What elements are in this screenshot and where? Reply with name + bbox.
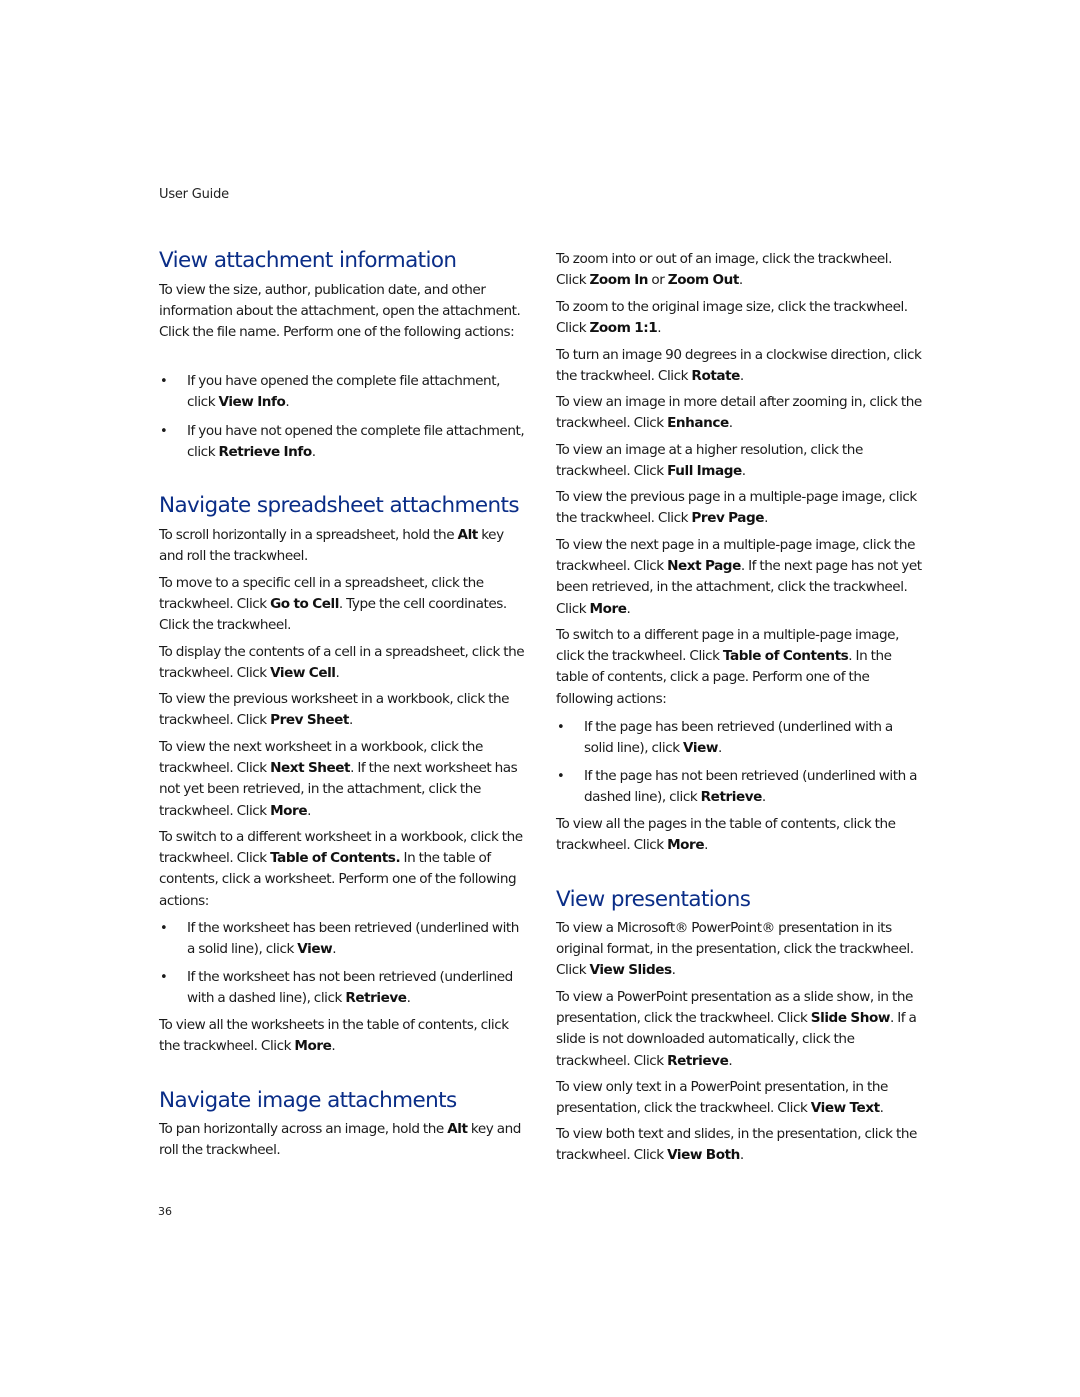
- bullet-icon: •: [160, 970, 168, 985]
- command-label: Retrieve: [667, 1052, 729, 1069]
- command-label: View Cell: [270, 665, 336, 682]
- bullet-item: • If you have opened the complete file a…: [160, 373, 500, 411]
- command-label: View Info: [218, 394, 286, 411]
- paragraph: To view a Microsoft® PowerPoint® present…: [556, 920, 914, 979]
- section-heading-view-attachment-info: View attachment information: [159, 248, 457, 273]
- paragraph: To view the next worksheet in a workbook…: [159, 739, 518, 819]
- paragraph: To display the contents of a cell in a s…: [159, 644, 525, 682]
- command-label: More: [589, 600, 627, 617]
- command-label: Table of Contents.: [270, 850, 401, 867]
- paragraph: To view both text and slides, in the pre…: [556, 1126, 917, 1164]
- command-label: View Slides: [589, 962, 673, 979]
- paragraph: To view all the pages in the table of co…: [556, 816, 896, 854]
- section-heading-navigate-spreadsheet: Navigate spreadsheet attachments: [159, 493, 520, 518]
- key-label: Alt: [457, 527, 479, 543]
- command-label: View Text: [810, 1100, 880, 1117]
- section-heading-view-presentations: View presentations: [556, 887, 751, 912]
- command-label: Retrieve: [700, 789, 763, 806]
- command-label: Table of Contents: [722, 648, 849, 665]
- command-label: View Both: [667, 1147, 740, 1164]
- paragraph: To view all the worksheets in the table …: [159, 1017, 509, 1055]
- command-label: More: [667, 837, 705, 854]
- bullet-icon: •: [557, 720, 565, 735]
- paragraph: To scroll horizontally in a spreadsheet,…: [159, 527, 504, 565]
- command-label: Next Page: [667, 558, 741, 575]
- paragraph: To move to a specific cell in a spreadsh…: [159, 575, 507, 634]
- paragraph: To switch to a different page in a multi…: [556, 627, 899, 707]
- paragraph: To view the previous page in a multiple-…: [556, 489, 917, 527]
- command-label: Full Image: [667, 463, 742, 480]
- bullet-item: • If the worksheet has been retrieved (u…: [160, 920, 519, 958]
- paragraph: To zoom to the original image size, clic…: [556, 299, 908, 337]
- bullet-item: • If the worksheet has not been retrieve…: [160, 969, 513, 1007]
- command-label: More: [270, 802, 308, 819]
- paragraph: To view a PowerPoint presentation as a s…: [556, 989, 917, 1069]
- command-label: Enhance: [667, 415, 729, 432]
- section-heading-navigate-image: Navigate image attachments: [159, 1088, 457, 1113]
- bullet-item: • If the page has not been retrieved (un…: [557, 768, 918, 806]
- paragraph: To view the next page in a multiple-page…: [556, 537, 922, 617]
- bullet-icon: •: [160, 424, 168, 439]
- command-label: More: [294, 1038, 332, 1055]
- paragraph: To zoom into or out of an image, click t…: [556, 251, 892, 289]
- command-label: View: [683, 740, 718, 757]
- paragraph: To view only text in a PowerPoint presen…: [556, 1079, 888, 1117]
- command-label: Go to Cell: [270, 596, 339, 613]
- command-label: Prev Sheet: [270, 712, 349, 729]
- bullet-item: • If the page has been retrieved (underl…: [557, 719, 893, 757]
- bullet-icon: •: [160, 921, 168, 936]
- paragraph: To view the size, author, publication da…: [159, 282, 521, 341]
- bullet-icon: •: [160, 374, 168, 389]
- command-label: Zoom Out: [667, 272, 740, 289]
- bullet-item: • If you have not opened the complete fi…: [160, 423, 525, 461]
- command-label: Zoom 1:1: [589, 320, 658, 337]
- command-label: Retrieve: [345, 990, 407, 1007]
- command-label: Prev Page: [691, 510, 765, 527]
- command-label: Zoom In: [589, 272, 649, 289]
- paragraph: To turn an image 90 degrees in a clockwi…: [556, 347, 922, 385]
- key-label: Alt: [447, 1121, 468, 1137]
- paragraph: To pan horizontally across an image, hol…: [159, 1121, 521, 1159]
- paragraph: To switch to a different worksheet in a …: [159, 829, 523, 909]
- command-label: Next Sheet: [270, 760, 351, 777]
- command-label: Rotate: [691, 368, 740, 385]
- paragraph: To view an image in more detail after zo…: [556, 394, 922, 432]
- running-header: User Guide: [159, 187, 229, 202]
- paragraph: To view an image at a higher resolution,…: [556, 442, 863, 480]
- command-label: Retrieve Info: [218, 444, 313, 461]
- bullet-icon: •: [557, 769, 565, 784]
- command-label: View: [297, 941, 333, 958]
- command-label: Slide Show: [810, 1010, 891, 1027]
- paragraph: To view the previous worksheet in a work…: [159, 691, 510, 729]
- page-number: 36: [158, 1205, 172, 1218]
